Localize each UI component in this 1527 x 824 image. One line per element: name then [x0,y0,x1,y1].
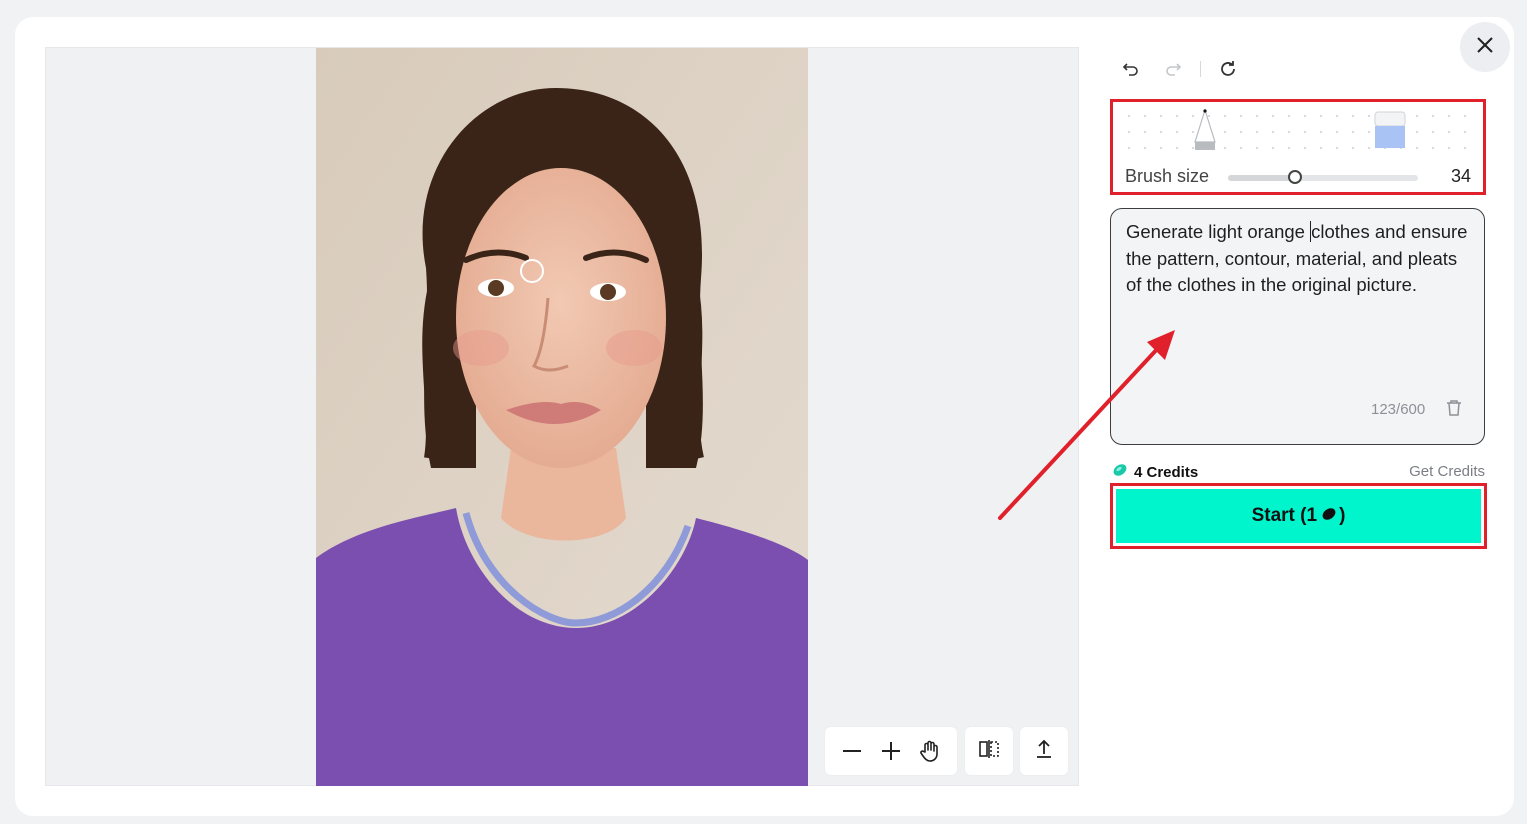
prompt-text: Generate light orange clothes and ensure… [1126,219,1471,299]
close-button[interactable] [1460,22,1510,72]
compare-button[interactable] [965,727,1013,775]
brush-cursor [520,259,544,283]
credit-bean-icon [1321,505,1337,527]
pen-icon[interactable] [1191,107,1219,157]
credits-balance: 4 Credits [1112,463,1198,481]
export-icon [1033,738,1055,765]
toolbar-divider [1200,61,1201,77]
start-label-suffix: ) [1339,505,1346,526]
start-highlight: Start (1 ) [1110,483,1487,549]
trash-icon [1445,400,1463,421]
zoom-toolbar [825,727,957,775]
credits-row: 4 Credits Get Credits [1112,463,1485,483]
zoom-in-icon[interactable] [876,736,906,766]
history-toolbar [1116,54,1243,84]
start-button[interactable]: Start (1 ) [1116,489,1481,543]
refresh-icon[interactable] [1213,54,1243,84]
character-counter: 123/600 [1371,401,1426,418]
hand-icon[interactable] [915,736,945,766]
credit-bean-icon [1112,463,1128,481]
zoom-out-icon[interactable] [837,736,867,766]
brush-size-slider[interactable] [1228,170,1418,184]
slider-thumb[interactable] [1287,170,1302,184]
redo-icon[interactable] [1158,54,1188,84]
credits-amount: 4 Credits [1134,463,1199,481]
brush-settings-panel: Brush size 34 [1110,99,1486,195]
start-label: Start (1 [1251,505,1318,526]
get-credits-link[interactable]: Get Credits [1409,463,1485,480]
prompt-textarea[interactable]: Generate light orange clothes and ensure… [1110,208,1485,445]
eraser-icon[interactable] [1373,110,1407,155]
tool-palette [1121,108,1475,154]
brush-size-label: Brush size [1125,166,1210,186]
compare-icon [978,738,1000,765]
clear-prompt-button[interactable] [1445,399,1463,422]
close-icon [1476,36,1494,59]
prompt-text-part: Generate light orange [1126,221,1311,242]
portrait-illustration [316,48,808,786]
portrait-image[interactable] [316,48,808,786]
brush-size-value: 34 [1450,166,1471,186]
export-button[interactable] [1020,727,1068,775]
slider-fill [1228,175,1295,181]
undo-icon[interactable] [1116,54,1146,84]
